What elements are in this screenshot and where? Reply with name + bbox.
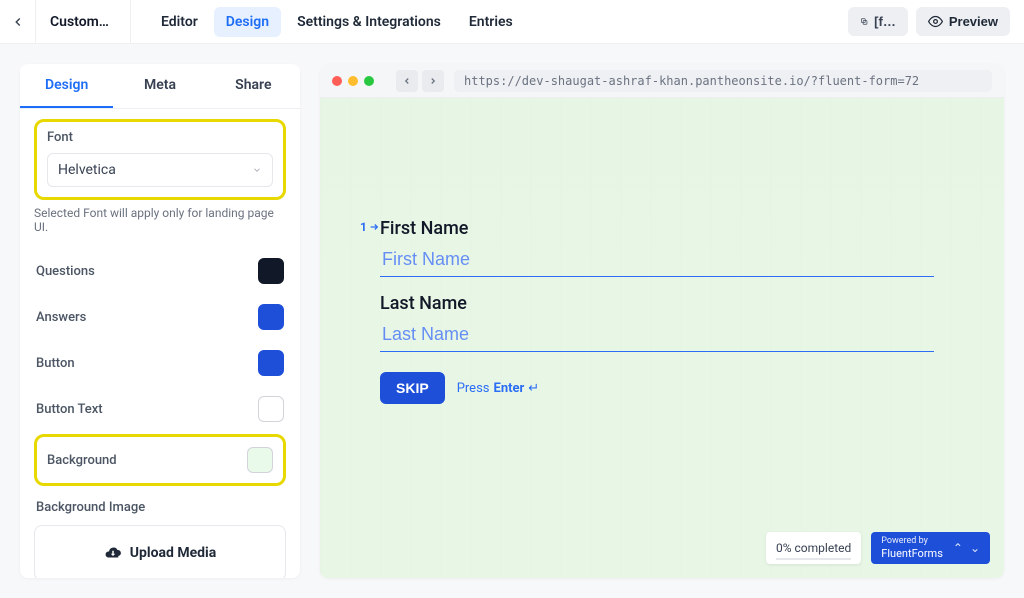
- nav-settings[interactable]: Settings & Integrations: [285, 7, 453, 37]
- browser-back-button[interactable]: [396, 70, 418, 92]
- color-questions-swatch[interactable]: [258, 258, 284, 284]
- url-bar[interactable]: https://dev-shaugat-ashraf-khan.pantheon…: [454, 70, 992, 92]
- upload-media-button[interactable]: Upload Media: [34, 525, 286, 578]
- color-answers: Answers: [34, 294, 286, 340]
- font-section: Font Helvetica: [34, 119, 286, 200]
- chevron-down-icon: ⌄: [970, 541, 980, 555]
- window-min-icon: [348, 76, 358, 86]
- color-button-text-label: Button Text: [36, 402, 103, 417]
- color-button-text-swatch[interactable]: [258, 396, 284, 422]
- tab-design[interactable]: Design: [20, 64, 113, 108]
- chevron-left-icon: [402, 76, 412, 86]
- shortcode-button[interactable]: [f…: [848, 7, 908, 36]
- color-button: Button: [34, 340, 286, 386]
- shortcode-label: [f…: [874, 14, 896, 29]
- color-background-section: Background: [34, 434, 286, 486]
- color-answers-label: Answers: [36, 310, 86, 325]
- first-name-input[interactable]: [380, 245, 934, 277]
- last-name-input[interactable]: [380, 320, 934, 352]
- panel-body: Font Helvetica Selected Font will apply …: [20, 109, 300, 578]
- tab-share[interactable]: Share: [207, 64, 300, 108]
- nav-entries[interactable]: Entries: [457, 7, 525, 37]
- font-help: Selected Font will apply only for landin…: [34, 206, 286, 234]
- chevron-left-icon: [11, 15, 25, 29]
- question-block: 1 First Name Last Name SKIP Press Enter: [380, 218, 934, 404]
- form-title: Customer …: [36, 0, 131, 44]
- tab-meta[interactable]: Meta: [113, 64, 206, 108]
- color-questions: Questions: [34, 248, 286, 294]
- color-answers-swatch[interactable]: [258, 304, 284, 330]
- arrow-right-icon: [369, 222, 379, 232]
- color-background-label: Background: [47, 453, 117, 468]
- color-questions-label: Questions: [36, 264, 95, 279]
- color-button-text: Button Text: [34, 386, 286, 432]
- last-name-label: Last Name: [380, 293, 934, 314]
- window-max-icon: [364, 76, 374, 86]
- chevron-right-icon: [428, 76, 438, 86]
- cloud-upload-icon: [104, 544, 122, 562]
- progress-text: 0% completed: [776, 541, 851, 555]
- progress-indicator: 0% completed: [766, 532, 861, 564]
- eye-icon: [928, 14, 943, 29]
- hint-press: Press: [457, 381, 490, 396]
- color-background-swatch[interactable]: [247, 447, 273, 473]
- back-button[interactable]: [0, 0, 36, 44]
- powered-by-badge[interactable]: Powered by FluentForms ⌃ ⌄: [871, 532, 990, 564]
- font-select-value: Helvetica: [58, 162, 116, 178]
- copy-icon: [860, 15, 868, 28]
- font-label: Font: [47, 130, 273, 145]
- skip-button[interactable]: SKIP: [380, 372, 445, 404]
- nav-design[interactable]: Design: [214, 7, 281, 37]
- question-number-value: 1: [360, 220, 367, 234]
- powered-by-small: Powered by: [881, 536, 943, 547]
- preview-label: Preview: [949, 14, 998, 29]
- form-stage: 1 First Name Last Name SKIP Press Enter: [320, 98, 1004, 404]
- color-button-label: Button: [36, 356, 75, 371]
- panel-tabs: Design Meta Share: [20, 64, 300, 109]
- color-button-swatch[interactable]: [258, 350, 284, 376]
- form-canvas: 1 First Name Last Name SKIP Press Enter: [320, 98, 1004, 578]
- enter-hint: Press Enter ↵: [457, 381, 540, 396]
- top-actions: [f… Preview: [848, 7, 1010, 36]
- preview-frame: https://dev-shaugat-ashraf-khan.pantheon…: [320, 64, 1004, 578]
- question-number: 1: [360, 220, 379, 234]
- window-close-icon: [332, 76, 342, 86]
- browser-bar: https://dev-shaugat-ashraf-khan.pantheon…: [320, 64, 1004, 98]
- design-panel: Design Meta Share Font Helvetica Selecte…: [20, 64, 300, 578]
- canvas-footer: 0% completed Powered by FluentForms ⌃ ⌄: [766, 532, 990, 564]
- preview-button[interactable]: Preview: [916, 7, 1010, 36]
- browser-forward-button[interactable]: [422, 70, 444, 92]
- first-name-label: First Name: [380, 218, 934, 239]
- main: Design Meta Share Font Helvetica Selecte…: [0, 44, 1024, 598]
- browser-nav: [396, 70, 444, 92]
- hint-enter: Enter: [494, 381, 525, 396]
- enter-key-icon: ↵: [528, 381, 539, 396]
- bg-image-label: Background Image: [34, 496, 286, 525]
- top-nav: Editor Design Settings & Integrations En…: [131, 7, 848, 37]
- powered-by-brand: FluentForms: [881, 547, 943, 560]
- question-actions: SKIP Press Enter ↵: [380, 372, 934, 404]
- top-bar: Customer … Editor Design Settings & Inte…: [0, 0, 1024, 44]
- font-select[interactable]: Helvetica: [47, 153, 273, 187]
- chevron-up-icon: ⌃: [953, 541, 963, 555]
- upload-media-label: Upload Media: [130, 545, 216, 561]
- powered-nav-icons: ⌃ ⌄: [953, 541, 980, 555]
- window-lights: [332, 76, 374, 86]
- nav-editor[interactable]: Editor: [149, 7, 210, 37]
- chevron-down-icon: [252, 165, 262, 175]
